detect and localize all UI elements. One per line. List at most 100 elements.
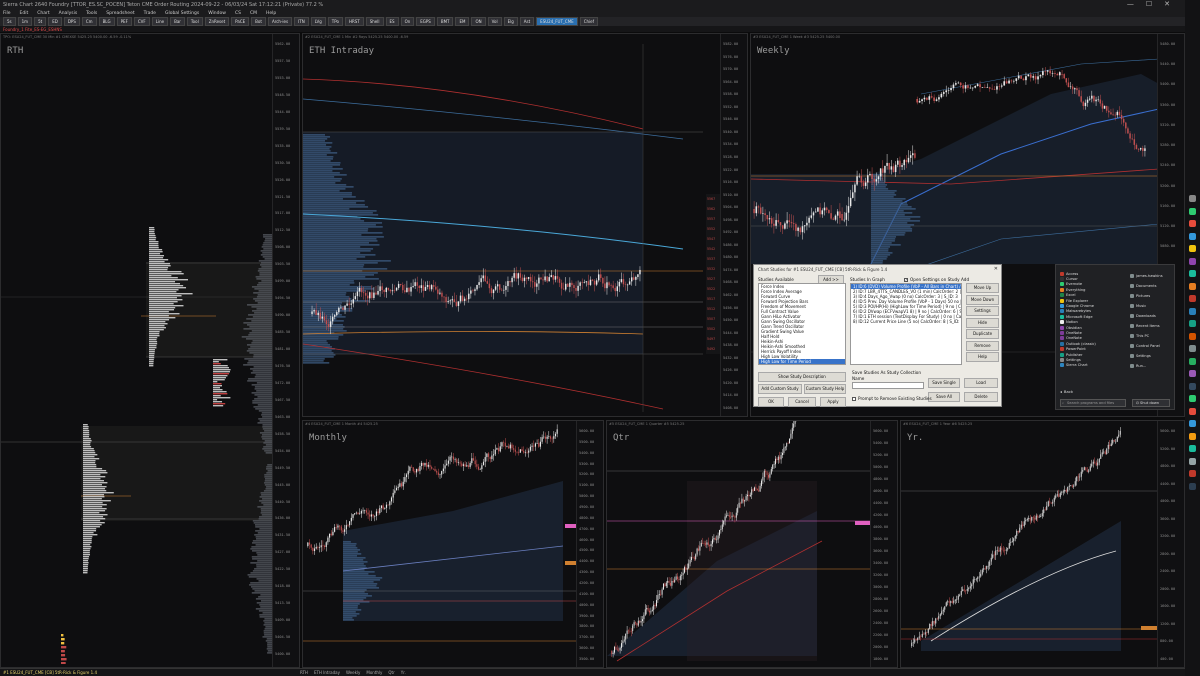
- taskbar-app-icon[interactable]: [1189, 345, 1196, 352]
- toolbar-button[interactable]: PaCE: [231, 17, 250, 26]
- toolbar-button[interactable]: 5t: [34, 17, 47, 26]
- shutdown-button[interactable]: ⏻ Shut down: [1132, 399, 1170, 407]
- save-single-button[interactable]: Save Single: [928, 378, 960, 388]
- load-button[interactable]: Load: [964, 378, 998, 388]
- candlestick-plot[interactable]: [607, 421, 898, 668]
- taskbar-app-icon[interactable]: [1189, 470, 1196, 477]
- menu-item[interactable]: Edit: [20, 11, 29, 16]
- price-ladder[interactable]: 5567 5562 5557 5552 5547 5542 5537 5532 5527 5522…: [706, 194, 720, 354]
- move-down-button[interactable]: Move Down: [966, 294, 999, 305]
- start-place-item[interactable]: Recent Items: [1130, 321, 1174, 331]
- taskbar-app-icon[interactable]: [1189, 257, 1196, 265]
- taskbar-app-icon[interactable]: [1189, 395, 1196, 402]
- start-place-item[interactable]: Documents: [1130, 281, 1174, 291]
- ladder-level[interactable]: 5507: [706, 314, 720, 324]
- menu-item[interactable]: Window: [208, 11, 226, 16]
- menu-item[interactable]: Tools: [86, 11, 97, 16]
- toolbar-button[interactable]: LVg: [310, 17, 326, 26]
- chart-pane-yr[interactable]: #6 ESU24_FUT_CME 1 Year #6 5425.25 Yr. 5…: [900, 420, 1185, 668]
- studies-in-graph-list[interactable]: 1) ID:6 (DVD) Volume Profile (VbP - All …: [850, 283, 962, 365]
- taskbar-app-icon[interactable]: [1189, 270, 1196, 277]
- ladder-level[interactable]: 5557: [706, 214, 720, 224]
- ok-button[interactable]: OK: [758, 397, 784, 407]
- price-axis[interactable]: 5600.00 5200.00 4800.00 4400.00 4000.00 3600.…: [1157, 421, 1184, 667]
- taskbar-app-icon[interactable]: [1189, 370, 1196, 377]
- taskbar-app-icon[interactable]: [1189, 295, 1196, 302]
- ladder-level[interactable]: 5497: [706, 334, 720, 344]
- add-custom-study-button[interactable]: Add Custom Study: [758, 384, 802, 394]
- menu-item[interactable]: Global Settings: [165, 11, 199, 16]
- candlestick-plot[interactable]: [303, 421, 604, 668]
- toolbar-button[interactable]: EM: [455, 17, 470, 26]
- toolbar-button[interactable]: ED: [48, 17, 62, 26]
- start-place-item[interactable]: Settings: [1130, 351, 1174, 361]
- delete-button[interactable]: Delete: [964, 392, 998, 402]
- ladder-level[interactable]: 5562: [706, 204, 720, 214]
- taskbar-app-icon[interactable]: [1189, 445, 1196, 452]
- taskbar-app-icon[interactable]: [1189, 407, 1196, 415]
- back-button[interactable]: ◂ Back: [1060, 389, 1073, 394]
- taskbar-app-icon[interactable]: [1189, 420, 1196, 427]
- start-place-item[interactable]: Music: [1130, 301, 1174, 311]
- show-study-description-button[interactable]: Show Study Description: [758, 372, 846, 382]
- start-place-item[interactable]: Run...: [1130, 361, 1174, 371]
- menu-item[interactable]: Help: [266, 11, 276, 16]
- menu-item[interactable]: Chart: [37, 11, 49, 16]
- taskbar-app-icon[interactable]: [1189, 220, 1196, 227]
- tpo-profile-plot[interactable]: [1, 34, 274, 664]
- toolbar-button[interactable]: PEF: [116, 17, 132, 26]
- toolbar-button[interactable]: Arch-ies: [267, 17, 293, 26]
- start-place-item[interactable]: james.hawkins: [1130, 271, 1174, 281]
- graph-study-item[interactable]: 8) ID:12 Current Price Line (5 no) CalcO…: [851, 319, 961, 324]
- toolbar-button[interactable]: Tool: [186, 17, 203, 26]
- menu-item[interactable]: CM: [250, 11, 257, 16]
- studies-available-list[interactable]: Force Index Force Index Average Forward Cu…: [758, 283, 846, 365]
- move-up-button[interactable]: Move Up: [966, 283, 999, 293]
- start-app-item[interactable]: Sierra Chart: [1060, 363, 1126, 368]
- toolbar-button[interactable]: Shell: [365, 17, 384, 26]
- search-input[interactable]: ⌕ Search programs and files: [1060, 399, 1126, 407]
- toolbar-button[interactable]: CVF: [133, 17, 150, 26]
- status-chip[interactable]: ETH Intraday: [314, 670, 340, 675]
- price-axis[interactable]: 5600.00 5400.00 5200.00 5000.00 4800.00 4600.…: [870, 421, 897, 667]
- status-chip[interactable]: Monthly: [366, 670, 382, 675]
- taskbar-app-icon[interactable]: [1189, 482, 1196, 490]
- toolbar-button[interactable]: Ast: [519, 17, 535, 26]
- toolbar-button[interactable]: ES: [385, 17, 399, 26]
- remove-button[interactable]: Remove: [966, 340, 999, 351]
- toolbar-button[interactable]: 1m: [17, 17, 33, 26]
- taskbar-app-icon[interactable]: [1189, 382, 1196, 390]
- toolbar-button[interactable]: On: [400, 17, 415, 26]
- help-button[interactable]: Help: [966, 352, 999, 362]
- start-place-item[interactable]: Pictures: [1130, 291, 1174, 301]
- close-icon[interactable]: ✕: [1164, 0, 1170, 8]
- toolbar-button[interactable]: ITN: [294, 17, 309, 26]
- menu-item[interactable]: CS: [235, 11, 241, 16]
- ladder-level[interactable]: 5542: [706, 244, 720, 254]
- study-list-item[interactable]: High Low for Time Period: [759, 359, 845, 364]
- menu-item[interactable]: Analysis: [59, 11, 78, 16]
- ladder-level[interactable]: 5517: [706, 294, 720, 304]
- candlestick-plot[interactable]: [303, 34, 748, 417]
- ladder-level[interactable]: 5532: [706, 264, 720, 274]
- open-settings-option[interactable]: ✓ Open Settings on Study Add: [904, 277, 969, 282]
- price-axis[interactable]: 5562.00 5557.50 5553.00 5548.50 5544.00 5539.…: [272, 34, 299, 667]
- toolbar-button[interactable]: BLG: [98, 17, 115, 26]
- collection-name-input[interactable]: [852, 382, 924, 389]
- ladder-level[interactable]: 5522: [706, 284, 720, 294]
- start-place-item[interactable]: Control Panel: [1130, 341, 1174, 351]
- toolbar-button[interactable]: DPS: [63, 17, 80, 26]
- ladder-level[interactable]: 5552: [706, 224, 720, 234]
- settings-button[interactable]: Settings: [966, 306, 999, 316]
- hide-button[interactable]: Hide: [966, 317, 999, 328]
- toolbar-button[interactable]: 5s: [3, 17, 16, 26]
- taskbar-app-icon[interactable]: [1189, 432, 1196, 440]
- toolbar-button[interactable]: Cm: [81, 17, 97, 26]
- status-chip[interactable]: Yr.: [401, 670, 406, 675]
- ladder-level[interactable]: 5547: [706, 234, 720, 244]
- taskbar-app-icon[interactable]: [1189, 282, 1196, 290]
- taskbar-app-icon[interactable]: [1189, 457, 1196, 465]
- chart-pane-rth[interactable]: TPO: ESU24_FUT_CME 30 Min #1 CMEXSE 5425…: [0, 33, 300, 668]
- start-place-item[interactable]: This PC: [1130, 331, 1174, 341]
- taskbar-app-icon[interactable]: [1189, 245, 1196, 252]
